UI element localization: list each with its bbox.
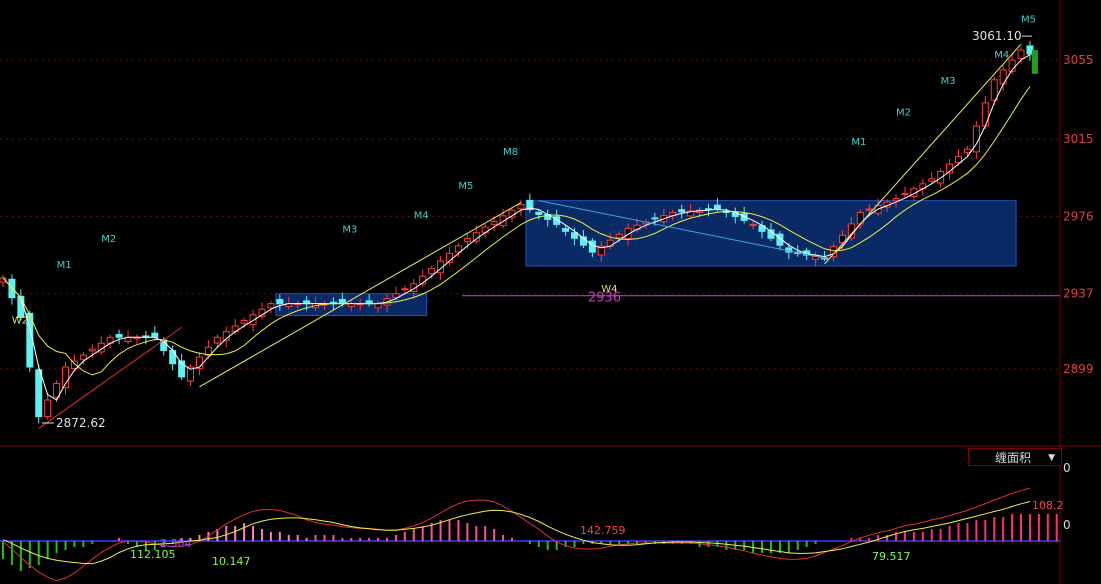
candle-body [713, 204, 721, 210]
indicator-selector[interactable]: 缠面积 ▼ [968, 448, 1062, 466]
candle-body [490, 220, 498, 225]
macd-value-label: 108.2 [1032, 499, 1064, 512]
candle-body [588, 240, 596, 253]
candle-body [79, 354, 87, 361]
candle-body [999, 69, 1007, 85]
wave-label: M3 [941, 76, 956, 87]
macd-value-label: 79.517 [872, 550, 911, 563]
candle-body [374, 303, 382, 309]
macd-zero-tick: 0 [1063, 518, 1071, 532]
candle-body [990, 79, 998, 101]
candle-body [392, 293, 400, 298]
price-tick-label: 2899 [1063, 362, 1094, 376]
low-value-label: 2872.62 [56, 416, 106, 430]
high-value-label: 3061.10 [972, 29, 1022, 43]
wave-label: M2 [896, 107, 911, 118]
candle-body [338, 298, 346, 305]
candle-body [562, 228, 570, 232]
indicator-name: 缠面积 [995, 451, 1032, 465]
candle-body [678, 209, 686, 213]
candle-body [428, 268, 436, 274]
candle-body [499, 215, 507, 227]
candle-body [1017, 49, 1025, 60]
candle-body [401, 288, 409, 291]
candle-body [267, 303, 275, 309]
candle-body [169, 350, 177, 365]
candle-body [937, 170, 945, 184]
wave-label: M5 [1021, 14, 1036, 25]
macd-value-label: 112.105 [130, 548, 176, 561]
candle-body [928, 178, 936, 182]
wave-label: M8 [503, 147, 518, 158]
price-tick-label: 2937 [1063, 287, 1094, 301]
candle-body [981, 102, 989, 127]
wave-label: M4 [414, 210, 429, 221]
wave-label: M1 [57, 260, 72, 271]
chart-background [0, 0, 1101, 584]
candle-body [749, 223, 757, 226]
candle-body [115, 334, 123, 338]
wave-label: M4 [994, 50, 1009, 61]
price-tick-label: 2976 [1063, 209, 1094, 223]
candle-body [901, 193, 909, 196]
candle-body [88, 348, 96, 352]
candle-body [463, 237, 471, 243]
wave-label: W2 [12, 315, 28, 326]
last-candle [1031, 50, 1038, 74]
candle-body [615, 233, 623, 238]
macd-value-label: 10.147 [212, 555, 251, 568]
wave-label: M2 [101, 234, 116, 245]
price-tick-label: 3015 [1063, 132, 1094, 146]
candle-body [240, 319, 248, 324]
wave-label: W4 [601, 284, 617, 295]
candle-body [535, 211, 543, 215]
candle-body [517, 204, 525, 210]
candle-body [963, 148, 971, 153]
macd-value-label: 142.759 [580, 524, 626, 537]
price-tick-label: 3055 [1063, 53, 1094, 67]
candle-body [651, 217, 659, 220]
candle-body [17, 295, 25, 318]
candle-body [70, 360, 78, 369]
wave-label: M1 [851, 137, 866, 148]
candle-body [62, 366, 70, 389]
candle-body [151, 332, 159, 338]
wave-label: M3 [342, 224, 357, 235]
macd-top-tick: 0 [1063, 461, 1071, 475]
chevron-down-icon: ▼ [1048, 453, 1055, 463]
candle-body [276, 298, 284, 305]
candle-body [213, 336, 221, 344]
wave-label: M5 [458, 181, 473, 192]
candle-body [865, 208, 873, 211]
candle-body [44, 399, 52, 418]
candle-body [892, 198, 900, 202]
candle-body [35, 369, 43, 418]
kline-chart[interactable]: 305530152976293728992936W2M1M2M3M4M5M8W4… [0, 0, 1101, 584]
